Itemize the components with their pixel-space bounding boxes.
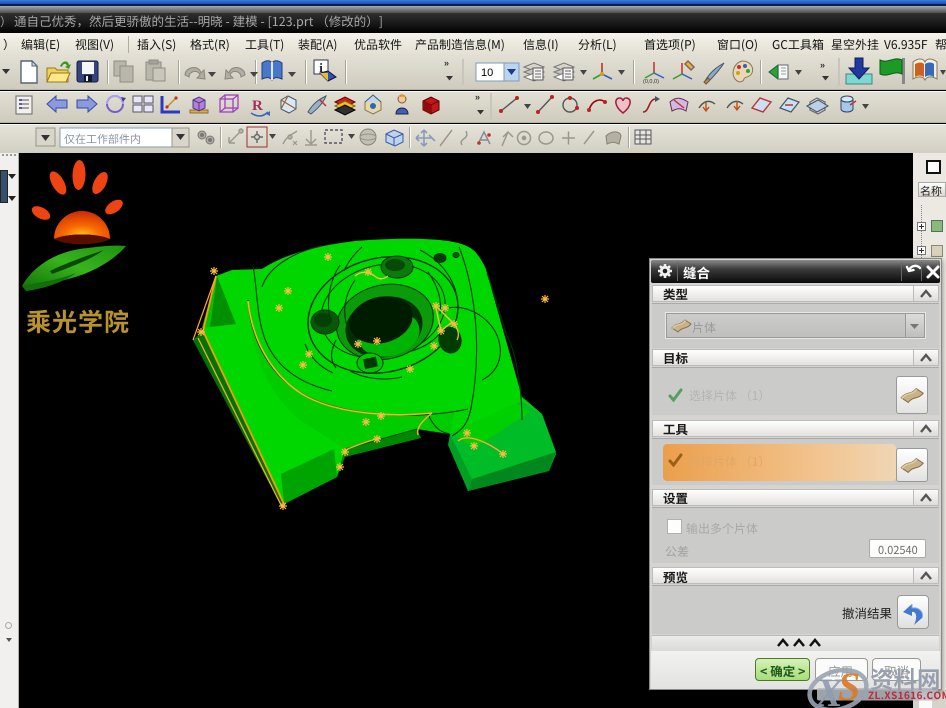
svg-text:»: » xyxy=(444,58,449,68)
svg-text:R: R xyxy=(252,98,263,114)
svg-text:»: » xyxy=(820,60,825,70)
svg-text:10: 10 xyxy=(481,67,493,79)
svg-text:»: » xyxy=(475,92,480,102)
svg-text:(0,0,0): (0,0,0) xyxy=(643,79,659,85)
